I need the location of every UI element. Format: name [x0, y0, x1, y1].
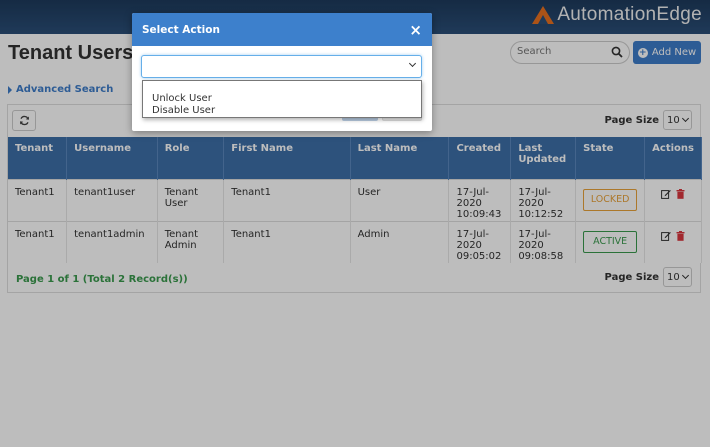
dropdown-option-unlock-user[interactable]: Unlock User — [152, 93, 421, 105]
dialog-header: Select Action × — [132, 13, 432, 46]
close-icon[interactable]: × — [409, 21, 422, 39]
dialog-title: Select Action — [142, 23, 220, 36]
action-dropdown-list: Unlock User Disable User — [142, 80, 422, 118]
chevron-down-icon — [408, 59, 417, 68]
action-select[interactable] — [141, 55, 422, 78]
dropdown-option-disable-user[interactable]: Disable User — [152, 105, 421, 117]
